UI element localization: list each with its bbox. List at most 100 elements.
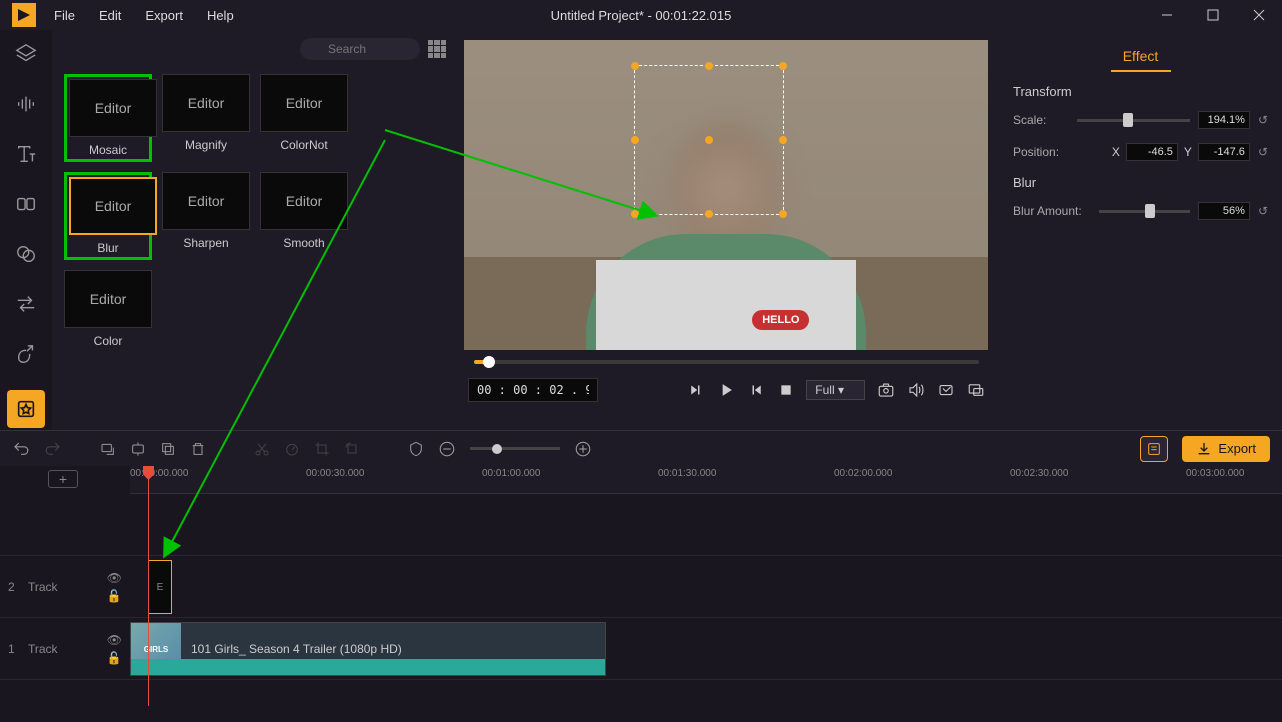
cut-button[interactable]: [254, 441, 270, 457]
marker2-button[interactable]: [130, 441, 146, 457]
prev-frame-button[interactable]: [686, 381, 704, 399]
effect-blur[interactable]: Editor Blur: [64, 172, 152, 260]
effect-tab[interactable]: Effect: [1013, 40, 1268, 72]
undo-button[interactable]: [12, 440, 30, 458]
reset-icon[interactable]: ↺: [1258, 145, 1268, 159]
overlay-icon[interactable]: [12, 240, 40, 268]
ruler-mark: 00:01:00.000: [482, 468, 540, 479]
playback-slider[interactable]: [474, 360, 979, 364]
effect-magnify[interactable]: Editor Magnify: [162, 74, 250, 162]
effect-color[interactable]: Editor Color: [64, 270, 152, 348]
crop-handle[interactable]: [631, 136, 639, 144]
effect-thumb: Editor: [162, 172, 250, 230]
snapshot-button[interactable]: [877, 381, 895, 399]
timeline-ruler[interactable]: 00:00:00.000 00:00:30.000 00:01:00.000 0…: [130, 466, 1282, 494]
crop-selection[interactable]: [634, 65, 784, 215]
scale-value[interactable]: [1198, 111, 1250, 129]
scale-label: Scale:: [1013, 113, 1069, 127]
timeline-toolbar: Export: [0, 430, 1282, 466]
crop-handle[interactable]: [705, 62, 713, 70]
position-label: Position:: [1013, 145, 1069, 159]
volume-button[interactable]: [907, 381, 925, 399]
stop-button[interactable]: [778, 382, 794, 398]
timecode-input[interactable]: [468, 378, 598, 402]
app-logo: [12, 3, 36, 27]
playback-controls: Full ▾: [454, 374, 999, 406]
menu-file[interactable]: File: [44, 4, 85, 27]
split-icon[interactable]: [12, 190, 40, 218]
preview-video[interactable]: HELLO: [464, 40, 988, 350]
track-content[interactable]: E: [130, 556, 1282, 617]
pos-x-value[interactable]: [1126, 143, 1178, 161]
delete-button[interactable]: [190, 441, 206, 457]
effect-clip[interactable]: E: [148, 560, 172, 614]
lock-icon[interactable]: 🔓: [107, 651, 122, 665]
maximize-button[interactable]: [1190, 0, 1236, 30]
menu-edit[interactable]: Edit: [89, 4, 131, 27]
menu-help[interactable]: Help: [197, 4, 244, 27]
minimize-button[interactable]: [1144, 0, 1190, 30]
zoom-slider[interactable]: [470, 447, 560, 450]
fit-select[interactable]: Full ▾: [806, 380, 865, 400]
search-input[interactable]: [300, 38, 420, 60]
crop-handle[interactable]: [779, 62, 787, 70]
audio-icon[interactable]: [12, 90, 40, 118]
crop-handle[interactable]: [779, 136, 787, 144]
marker3-button[interactable]: [160, 441, 176, 457]
effects-icon[interactable]: [7, 390, 45, 428]
blur-slider[interactable]: [1099, 210, 1190, 213]
ruler-mark: 00:02:00.000: [834, 468, 892, 479]
pos-y-value[interactable]: [1198, 143, 1250, 161]
crop-handle[interactable]: [779, 210, 787, 218]
ruler-mark: 00:00:30.000: [306, 468, 364, 479]
effect-label: ColorNot: [260, 138, 348, 152]
close-button[interactable]: [1236, 0, 1282, 30]
elements-icon[interactable]: [12, 340, 40, 368]
grid-view-icon[interactable]: [428, 40, 446, 58]
zoom-out-button[interactable]: [438, 440, 456, 458]
crop-tb-button[interactable]: [314, 441, 330, 457]
crop-button[interactable]: [937, 381, 955, 399]
visibility-icon[interactable]: 👁: [107, 633, 122, 647]
crop-handle[interactable]: [705, 136, 713, 144]
playhead[interactable]: [148, 466, 149, 706]
menu-export[interactable]: Export: [135, 4, 193, 27]
redo-button[interactable]: [44, 440, 62, 458]
reset-icon[interactable]: ↺: [1258, 113, 1268, 127]
reset-icon[interactable]: ↺: [1258, 204, 1268, 218]
crop-handle[interactable]: [705, 210, 713, 218]
blur-value[interactable]: [1198, 202, 1250, 220]
track-content[interactable]: GIRLS 101 Girls_ Season 4 Trailer (1080p…: [130, 618, 1282, 679]
zoom-in-button[interactable]: [574, 440, 592, 458]
effects-panel: Editor Mosaic Editor Magnify Editor Colo…: [52, 30, 454, 430]
scale-slider[interactable]: [1077, 119, 1190, 122]
lock-icon[interactable]: 🔓: [107, 589, 122, 603]
transition-icon[interactable]: [12, 290, 40, 318]
visibility-icon[interactable]: 👁: [107, 571, 122, 585]
next-frame-button[interactable]: [748, 381, 766, 399]
marker1-button[interactable]: [100, 441, 116, 457]
export-button[interactable]: Export: [1182, 436, 1270, 462]
playback-thumb[interactable]: [483, 356, 495, 368]
crop-handle[interactable]: [631, 210, 639, 218]
window-title: Untitled Project* - 00:01:22.015: [551, 8, 732, 23]
speed-button[interactable]: [284, 441, 300, 457]
crop-handle[interactable]: [631, 62, 639, 70]
play-button[interactable]: [716, 380, 736, 400]
fullscreen-button[interactable]: [967, 381, 985, 399]
text-icon[interactable]: [12, 140, 40, 168]
effect-label: Sharpen: [162, 236, 250, 250]
video-clip[interactable]: GIRLS 101 Girls_ Season 4 Trailer (1080p…: [130, 622, 606, 676]
effect-smooth[interactable]: Editor Smooth: [260, 172, 348, 260]
effect-colornot[interactable]: Editor ColorNot: [260, 74, 348, 162]
shield-button[interactable]: [408, 441, 424, 457]
effect-mosaic[interactable]: Editor Mosaic: [64, 74, 152, 162]
ruler-mark: 00:00:00.000: [130, 468, 188, 479]
effect-sharpen[interactable]: Editor Sharpen: [162, 172, 250, 260]
layers-icon[interactable]: [12, 40, 40, 68]
rotate-button[interactable]: [344, 441, 360, 457]
add-track-button[interactable]: +: [48, 470, 78, 488]
transform-section: Transform: [1013, 84, 1268, 99]
preset-button[interactable]: [1140, 436, 1168, 462]
effect-label: Color: [64, 334, 152, 348]
